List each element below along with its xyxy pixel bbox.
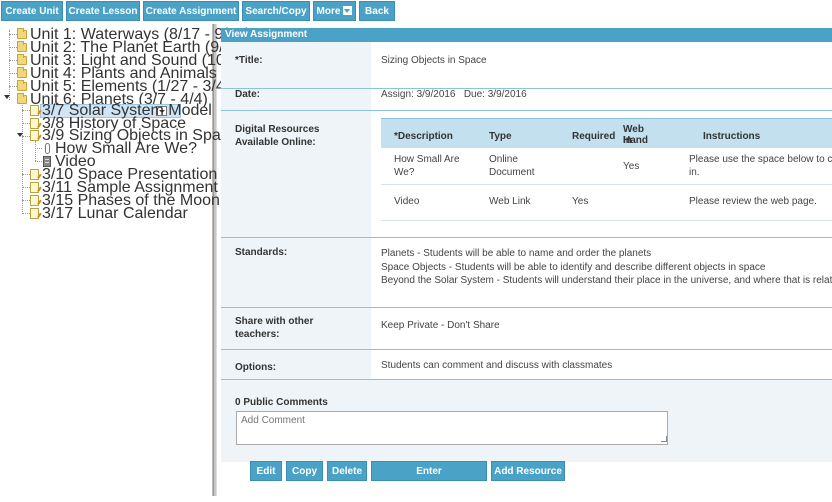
lesson-icon [30, 182, 39, 193]
table-row: Video Web Link Yes Please review the web… [381, 185, 832, 221]
collapse-icon[interactable] [17, 133, 23, 137]
options-row: Options: Students can comment and discus… [221, 350, 832, 380]
cell-line: in. [689, 166, 700, 178]
delete-button[interactable]: Delete [327, 461, 367, 481]
column-header-required: Required [572, 131, 616, 142]
standards-list: Planets - Students will be able to name … [381, 247, 832, 288]
cell-web-hand-in: Yes [623, 161, 640, 172]
resources-table: *Description Type Required Web Hand In In… [381, 118, 832, 225]
title-row: *Title: Sizing Objects in Space [221, 42, 832, 89]
lesson-icon [30, 169, 39, 180]
title-label: *Title: [235, 55, 263, 66]
column-header-instructions: Instructions [703, 131, 761, 142]
tree-connector [35, 141, 36, 161]
tree-connector [22, 103, 23, 214]
folder-icon [17, 80, 27, 91]
title-value: Sizing Objects in Space [381, 55, 487, 66]
share-value: Keep Private - Don't Share [381, 320, 500, 331]
edit-button[interactable]: Edit [250, 461, 282, 481]
create-assignment-button[interactable]: Create Assignment [143, 1, 239, 21]
table-header: *Description Type Required Web Hand In In… [381, 118, 832, 148]
tree-connector [9, 30, 10, 100]
toolbar: Create Unit Create Lesson Create Assignm… [0, 0, 832, 24]
comments-label: 0 Public Comments [235, 397, 328, 408]
cell-line: Please use the space below to c [689, 154, 832, 165]
tree-connector [22, 110, 30, 111]
tree-connector [9, 34, 17, 35]
lesson-icon [30, 105, 39, 116]
standard-item: Beyond the Solar System - Students will … [381, 275, 832, 286]
folder-icon [17, 93, 27, 104]
add-comment-input[interactable] [236, 411, 668, 445]
tree-connector [22, 136, 30, 137]
create-unit-button[interactable]: Create Unit [1, 1, 63, 21]
date-label: Date: [235, 89, 261, 100]
collapse-icon[interactable] [4, 95, 10, 99]
options-value: Students can comment and discuss with cl… [381, 360, 613, 371]
tree-connector [22, 174, 30, 175]
more-label: More [316, 6, 341, 17]
lesson-icon [30, 195, 39, 206]
folder-icon [17, 28, 27, 39]
chevron-down-icon [343, 6, 353, 15]
tree-connector [9, 86, 17, 87]
share-label: Share with other teachers: [235, 315, 313, 341]
lesson-icon [30, 130, 39, 141]
lesson-icon [30, 208, 39, 219]
standards-row: Standards: Planets - Students will be ab… [221, 238, 832, 308]
folder-icon [17, 54, 27, 65]
standard-item: Planets - Students will be able to name … [381, 248, 652, 259]
tree-connector [9, 47, 17, 48]
enter-scores-button[interactable]: Enter Scores/Comments [371, 461, 487, 497]
lesson-icon [30, 118, 39, 129]
folder-icon [17, 41, 27, 52]
cell-line: Document [489, 166, 535, 178]
tree-connector [9, 60, 17, 61]
column-header-type: Type [489, 131, 512, 142]
label-line: Available Online: [235, 137, 316, 148]
share-row: Share with other teachers: Keep Private -… [221, 308, 832, 350]
copy-button[interactable]: Copy [286, 461, 323, 481]
date-row: Date: Assign: 3/9/2016 Due: 3/9/2016 [221, 89, 832, 111]
more-button[interactable]: More [313, 1, 356, 21]
panel-header: View Assignment [221, 28, 832, 42]
add-resource-button[interactable]: Add Resource [491, 461, 565, 481]
search-copy-button[interactable]: Search/Copy [242, 1, 310, 21]
tree-connector [22, 213, 30, 214]
tree-connector [9, 73, 17, 74]
options-label: Options: [235, 362, 277, 373]
label-line: Digital Resources [235, 124, 320, 135]
cell-description[interactable]: Video [394, 196, 419, 209]
standards-label: Standards: [235, 247, 288, 258]
create-lesson-button[interactable]: Create Lesson [66, 1, 140, 21]
cell-line: Online [489, 154, 518, 165]
label-line: teachers: [235, 329, 280, 340]
cell-line: How Small Are [394, 154, 460, 165]
resize-grip-icon[interactable] [661, 436, 667, 442]
tree-connector [22, 200, 30, 201]
paperclip-icon [45, 143, 50, 154]
column-header-description: *Description [394, 131, 453, 142]
date-value: Assign: 3/9/2016 Due: 3/9/2016 [381, 89, 527, 100]
tree-connector [35, 161, 42, 162]
back-button[interactable]: Back [359, 1, 395, 21]
cell-instructions: Please review the web page. [689, 196, 817, 207]
folder-icon [17, 67, 27, 78]
tree-connector [22, 123, 30, 124]
standard-item: Space Objects - Students will be able to… [381, 261, 766, 273]
tree-connector [22, 187, 30, 188]
label-line: Share with other [235, 316, 314, 327]
cell-line: We? [394, 166, 415, 178]
table-row: How Small Are We? Online Document Yes Plea… [381, 148, 832, 185]
cell-type: Web Link [489, 196, 531, 207]
cell-required: Yes [572, 196, 589, 207]
tree-connector [35, 148, 42, 149]
tree-lesson-label: 3/17 Lunar Calendar [42, 205, 188, 222]
header-line: In [623, 135, 632, 146]
digital-resources-label: Digital Resources Available Online: [235, 123, 319, 149]
view-assignment-panel: View Assignment *Title: Sizing Objects i… [221, 28, 832, 462]
